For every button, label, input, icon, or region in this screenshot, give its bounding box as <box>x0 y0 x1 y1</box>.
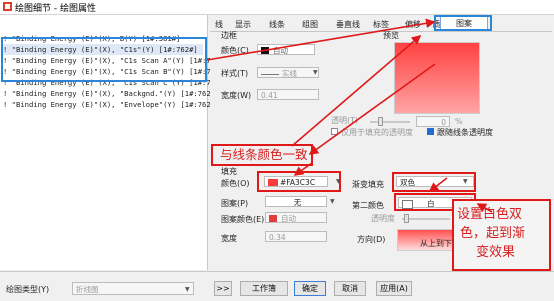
ok-button[interactable]: 确定 <box>294 281 326 296</box>
workbook-button[interactable]: 工作簿 <box>240 281 288 296</box>
annotation-arrows <box>206 18 493 213</box>
plot-type-label: 绘图类型(Y) <box>6 285 50 294</box>
footer-bar: 绘图类型(Y) 折线图 ▼ >> 工作簿 确定 取消 应用(A) <box>0 271 554 301</box>
plot-details-window: 绘图细节 - 绘图属性 ! "Binding Energy (E)"(X), B… <box>0 0 554 301</box>
cancel-button[interactable]: 取消 <box>334 281 366 296</box>
expand-button[interactable]: >> <box>214 281 232 296</box>
chevron-down-icon: ▼ <box>185 286 190 293</box>
plot-type-select[interactable]: 折线图 <box>72 282 194 295</box>
apply-button[interactable]: 应用(A) <box>376 281 412 296</box>
